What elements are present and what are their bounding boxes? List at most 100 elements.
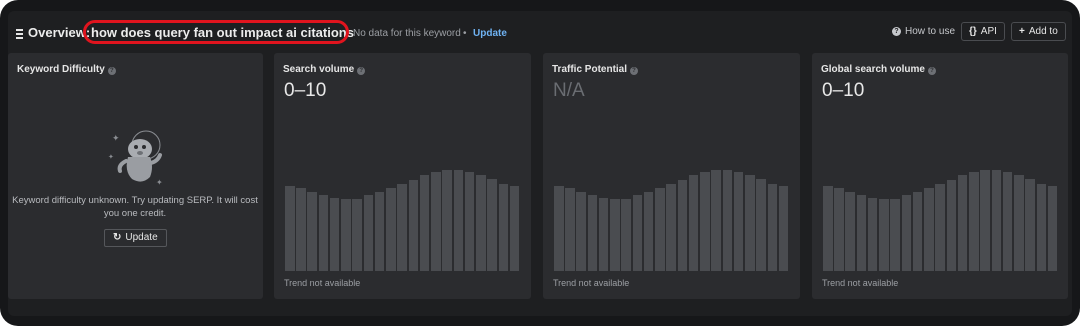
menu-icon[interactable] — [16, 29, 23, 41]
keyword-difficulty-title: Keyword Difficulty? — [17, 64, 116, 75]
trend-bar — [341, 199, 351, 271]
question-icon: ? — [892, 27, 901, 36]
search-volume-trend-chart — [285, 153, 521, 271]
trend-bar — [576, 191, 586, 271]
trend-bar — [363, 195, 374, 271]
update-link[interactable]: Update — [473, 28, 507, 39]
trend-bar — [767, 183, 778, 271]
trend-bar — [374, 191, 385, 271]
search-volume-trend-text: Trend not available — [284, 278, 361, 288]
trend-bar — [1036, 183, 1047, 271]
trend-bar — [453, 169, 464, 271]
info-icon[interactable]: ? — [107, 67, 116, 75]
trend-bar — [957, 175, 968, 271]
trend-bar — [610, 199, 620, 271]
astronaut-illustration: ✦ ✦ ✦ — [108, 130, 163, 187]
trend-bar — [565, 188, 575, 271]
trend-bar — [946, 180, 957, 271]
trend-bar — [329, 197, 340, 271]
trend-bar — [711, 169, 721, 271]
overview-panel: Overview: how does query fan out impact … — [8, 11, 1072, 316]
trend-bar — [834, 188, 844, 271]
global-search-volume-card: Global search volume? 0–10 Trend not ava… — [812, 53, 1068, 299]
add-to-button[interactable]: + Add to — [1011, 22, 1066, 41]
no-data-text: No data for this keyword — [353, 28, 461, 39]
traffic-potential-trend-chart — [554, 153, 790, 271]
trend-bar — [722, 169, 733, 271]
trend-bar — [756, 178, 766, 271]
app-frame: Overview: how does query fan out impact … — [0, 0, 1080, 326]
trend-bar — [285, 186, 295, 271]
trend-bar — [912, 191, 923, 271]
trend-bar — [655, 188, 665, 271]
keyword-difficulty-message: Keyword difficulty unknown. Try updating… — [12, 195, 258, 219]
api-button[interactable]: {} API — [961, 22, 1005, 41]
traffic-potential-title: Traffic Potential? — [552, 64, 639, 75]
svg-text:✦: ✦ — [112, 134, 120, 144]
global-search-volume-value: 0–10 — [822, 80, 865, 101]
keyword-difficulty-update-button[interactable]: ↻ Update — [104, 229, 167, 247]
braces-icon: {} — [969, 26, 977, 37]
search-volume-title: Search volume? — [283, 64, 366, 75]
trend-bar — [419, 175, 430, 271]
trend-bar — [509, 186, 520, 271]
global-search-volume-label: Global search volume — [821, 64, 925, 75]
trend-bar — [901, 195, 912, 271]
trend-bar — [935, 183, 945, 271]
keyword-difficulty-card: Keyword Difficulty? ✦ ✦ ✦ Keyword diffic… — [8, 53, 263, 299]
search-volume-card: Search volume? 0–10 Trend not available — [274, 53, 531, 299]
trend-bar — [307, 191, 317, 271]
trend-bar — [677, 180, 688, 271]
trend-bar — [890, 199, 900, 271]
trend-bar — [666, 183, 676, 271]
info-icon[interactable]: ? — [357, 67, 366, 75]
trend-bar — [688, 175, 699, 271]
traffic-potential-card: Traffic Potential? N/A Trend not availab… — [543, 53, 800, 299]
trend-bar — [442, 169, 452, 271]
info-icon[interactable]: ? — [630, 67, 639, 75]
trend-bar — [1047, 186, 1058, 271]
trend-bar — [598, 197, 609, 271]
trend-bar — [554, 186, 564, 271]
plus-icon: + — [1019, 26, 1025, 37]
global-search-volume-title: Global search volume? — [821, 64, 936, 75]
trend-bar — [1002, 171, 1013, 271]
trend-bar — [498, 183, 509, 271]
trend-bar — [431, 171, 441, 271]
add-to-label: Add to — [1028, 26, 1058, 37]
trend-bar — [296, 188, 306, 271]
trend-bar — [621, 199, 631, 271]
trend-bar — [1025, 178, 1035, 271]
trend-bar — [867, 197, 878, 271]
trend-bar — [924, 188, 934, 271]
search-volume-value: 0–10 — [284, 80, 327, 101]
how-to-use-label: How to use — [905, 26, 956, 37]
trend-bar — [476, 175, 486, 271]
trend-bar — [845, 191, 855, 271]
trend-bar — [487, 178, 497, 271]
global-search-volume-trend-chart — [823, 153, 1059, 271]
api-label: API — [980, 26, 997, 37]
trend-bar — [587, 195, 598, 271]
trend-bar — [318, 195, 329, 271]
trend-bar — [700, 171, 710, 271]
keyword-difficulty-label: Keyword Difficulty — [17, 64, 105, 75]
svg-text:✦: ✦ — [156, 178, 163, 187]
trend-bar — [408, 180, 419, 271]
overview-title: Overview: — [28, 25, 91, 40]
trend-bar — [397, 183, 407, 271]
search-volume-label: Search volume — [283, 64, 355, 75]
traffic-potential-trend-text: Trend not available — [553, 278, 630, 288]
info-icon[interactable]: ? — [927, 67, 936, 75]
trend-bar — [823, 186, 833, 271]
traffic-potential-value: N/A — [553, 80, 585, 101]
keyword-difficulty-update-label: Update — [125, 232, 158, 243]
trend-bar — [643, 191, 654, 271]
how-to-use-link[interactable]: ? How to use — [892, 26, 955, 37]
trend-bar — [733, 171, 744, 271]
trend-bar — [778, 186, 789, 271]
trend-bar — [632, 195, 643, 271]
refresh-icon: ↻ — [113, 232, 122, 243]
trend-bar — [980, 169, 990, 271]
svg-text:✦: ✦ — [108, 153, 114, 161]
